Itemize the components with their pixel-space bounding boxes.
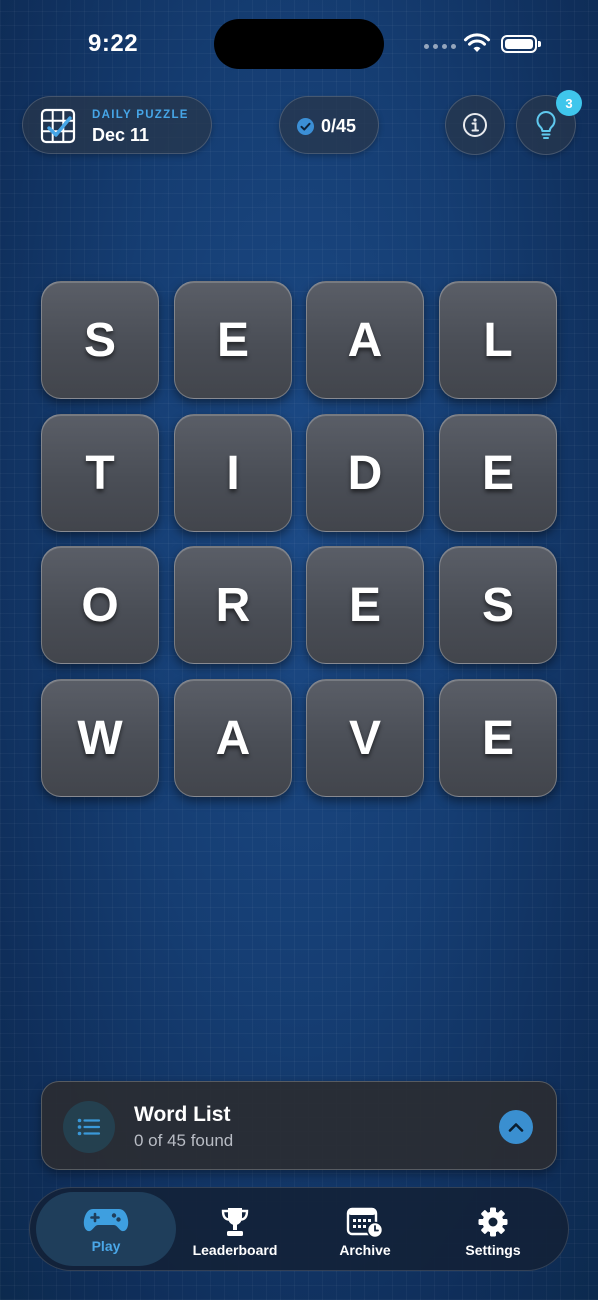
letter-tile[interactable]: E xyxy=(174,281,292,399)
tile-letter: S xyxy=(481,578,514,632)
letter-tile[interactable]: D xyxy=(306,414,424,532)
tab-label: Archive xyxy=(339,1242,391,1258)
tile-letter: L xyxy=(483,313,513,367)
wifi-icon xyxy=(464,33,490,52)
tab-label: Play xyxy=(91,1238,121,1254)
info-button[interactable] xyxy=(445,95,505,155)
tile-letter: E xyxy=(348,578,381,632)
tile-letter: I xyxy=(226,446,240,500)
list-icon xyxy=(63,1101,115,1153)
letter-tile[interactable]: R xyxy=(174,546,292,664)
letter-tile[interactable]: E xyxy=(439,679,557,797)
letter-tile[interactable]: S xyxy=(439,546,557,664)
tile-letter: E xyxy=(216,313,249,367)
tile-letter: A xyxy=(215,711,251,765)
letter-tile[interactable]: A xyxy=(174,679,292,797)
letter-tile[interactable]: E xyxy=(439,414,557,532)
lightbulb-icon xyxy=(536,110,556,139)
calendar-clock-icon xyxy=(346,1207,384,1238)
check-circle-icon xyxy=(297,118,314,135)
letter-tile[interactable]: S xyxy=(41,281,159,399)
tab-leaderboard[interactable]: Leaderboard xyxy=(170,1192,300,1266)
letter-tile[interactable]: W xyxy=(41,679,159,797)
tile-letter: W xyxy=(77,711,123,765)
word-list-title: Word List xyxy=(134,1103,231,1126)
tile-letter: D xyxy=(347,446,383,500)
letter-board: S E A L T I D E O R E S W A V E xyxy=(41,281,557,797)
tile-letter: E xyxy=(481,446,514,500)
progress-text: 0/45 xyxy=(321,116,357,136)
letter-tile[interactable]: T xyxy=(41,414,159,532)
tile-letter: E xyxy=(481,711,514,765)
letter-tile[interactable]: V xyxy=(306,679,424,797)
expand-word-list-button[interactable] xyxy=(499,1110,533,1144)
letter-tile[interactable]: A xyxy=(306,281,424,399)
letter-tile[interactable]: E xyxy=(306,546,424,664)
letter-tile[interactable]: I xyxy=(174,414,292,532)
tile-letter: A xyxy=(347,313,383,367)
progress-counter: 0/45 xyxy=(279,96,379,154)
tab-archive[interactable]: Archive xyxy=(300,1192,430,1266)
status-bar: 9:22 xyxy=(0,0,598,88)
gear-icon xyxy=(478,1207,508,1237)
letter-tile[interactable]: O xyxy=(41,546,159,664)
tab-bar: Play Leaderboard Archive Settings xyxy=(29,1187,569,1271)
info-icon xyxy=(463,113,487,137)
gamepad-icon xyxy=(83,1209,129,1232)
tile-letter: R xyxy=(215,578,251,632)
puzzle-grid-icon xyxy=(40,108,76,144)
tile-letter: S xyxy=(83,313,116,367)
hint-count-badge: 3 xyxy=(556,90,582,116)
tab-label: Leaderboard xyxy=(192,1242,278,1258)
word-list-panel[interactable]: Word List 0 of 45 found xyxy=(41,1081,557,1170)
chevron-up-icon xyxy=(508,1123,524,1132)
tab-label: Settings xyxy=(465,1242,521,1258)
tab-play[interactable]: Play xyxy=(36,1192,176,1266)
cellular-signal-icon xyxy=(424,44,456,49)
daily-puzzle-label: DAILY PUZZLE xyxy=(92,109,189,121)
tile-letter: O xyxy=(81,578,119,632)
dynamic-island xyxy=(214,19,384,69)
letter-tile[interactable]: L xyxy=(439,281,557,399)
trophy-icon xyxy=(221,1208,249,1236)
status-time: 9:22 xyxy=(88,30,139,57)
tile-letter: T xyxy=(85,446,115,500)
tab-settings[interactable]: Settings xyxy=(428,1192,558,1266)
daily-puzzle-button[interactable]: DAILY PUZZLE Dec 11 xyxy=(22,96,212,154)
battery-icon xyxy=(501,35,541,53)
words-found-count: 0 of 45 found xyxy=(134,1131,234,1150)
tile-letter: V xyxy=(348,711,381,765)
puzzle-date: Dec 11 xyxy=(92,125,150,145)
